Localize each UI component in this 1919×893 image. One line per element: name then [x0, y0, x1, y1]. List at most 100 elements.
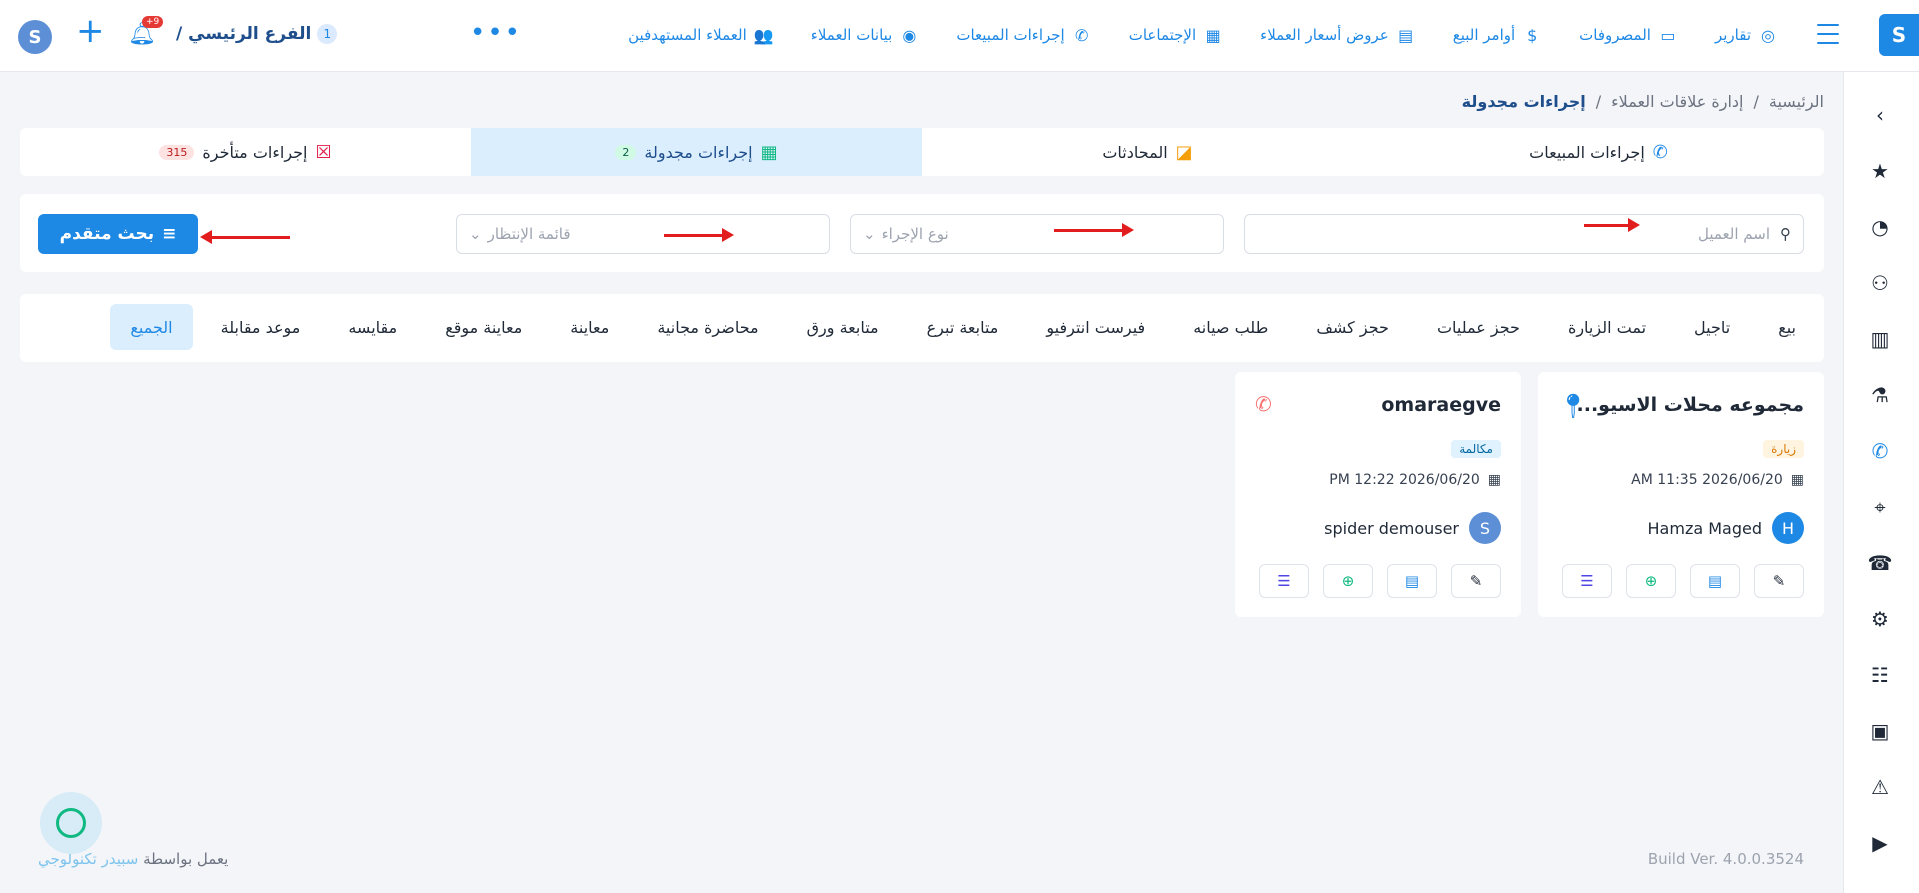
chip[interactable]: محاضرة مجانية: [637, 304, 778, 350]
chip[interactable]: متابعة ورق: [787, 304, 899, 350]
branch-selector[interactable]: 1 الفرع الرئيسي /: [176, 24, 338, 44]
card-title: مجموعه محلات الاسيو...: [1576, 394, 1804, 416]
users-sync-icon[interactable]: ⚇: [1867, 270, 1893, 296]
brand-link[interactable]: سبيدر تكنولوجي: [38, 850, 138, 868]
filter-icon: ≡: [162, 224, 177, 244]
chip[interactable]: معاينة موقع: [425, 304, 542, 350]
chip[interactable]: تمت الزيارة: [1548, 304, 1666, 350]
add-action-button[interactable]: ⊕: [1323, 564, 1373, 598]
chip[interactable]: حجز كشف: [1296, 304, 1409, 350]
advanced-search-button[interactable]: ≡ بحث متقدم: [38, 214, 198, 254]
menu-toggle-icon[interactable]: [1817, 24, 1839, 44]
document-button[interactable]: ▤: [1690, 564, 1740, 598]
phone-icon: ✆: [1652, 141, 1668, 163]
timer-icon: [56, 808, 86, 838]
microscope-icon[interactable]: ⚗: [1867, 382, 1893, 408]
chip[interactable]: معاينة: [550, 304, 629, 350]
nav-item-expenses[interactable]: ▭ المصروفات: [1579, 24, 1679, 46]
tab-overdue-actions[interactable]: ☒ إجراءات متأخرة 315: [20, 128, 471, 176]
quote-icon: ▤: [1398, 25, 1414, 45]
building-icon[interactable]: ▥: [1867, 326, 1893, 352]
nav-item-quotes[interactable]: ▤ عروض أسعار العملاء: [1260, 24, 1417, 46]
video-call-icon[interactable]: ▶: [1867, 830, 1893, 856]
assigned-user: S spider demouser: [1324, 512, 1501, 544]
notification-badge: +9: [142, 16, 164, 28]
sidebar: ‹ ★ ◔ ⚇ ▥ ⚗ ✆ ⌖ ☎ ⚙ ☷ ▣ ⚠ ▶: [1843, 72, 1919, 893]
list-icon: ☰: [1580, 572, 1594, 590]
chip[interactable]: تاجيل: [1674, 304, 1750, 350]
floating-timer-button[interactable]: [40, 792, 102, 854]
top-bar: S 👥 العملاء المستهدفين ◉ بيانات العملاء ✆ إ…: [0, 0, 1919, 72]
branch-name: الفرع الرئيسي /: [176, 24, 312, 44]
breadcrumb-separator: /: [1753, 92, 1759, 111]
chip[interactable]: متابعة تبرع: [907, 304, 1019, 350]
settings-window-icon[interactable]: ⚙: [1867, 606, 1893, 632]
chevron-down-icon: ⌄: [469, 225, 482, 243]
phone-sidebar-icon[interactable]: ✆: [1867, 438, 1893, 464]
build-version: Build Ver. 4.0.0.3524: [1647, 850, 1804, 868]
details-button[interactable]: ☰: [1562, 564, 1612, 598]
telephone-icon[interactable]: ☎: [1867, 550, 1893, 576]
edit-button[interactable]: ✎: [1451, 564, 1501, 598]
annotation-arrow: [1584, 218, 1640, 232]
phone-call-icon: ✆: [1255, 392, 1272, 416]
waitlist-select[interactable]: قائمة الإنتظار ⌄: [456, 214, 830, 254]
pencil-icon: ✎: [1772, 572, 1786, 590]
chip[interactable]: موعد مقابلة: [201, 304, 321, 350]
customer-name-input[interactable]: ⚲ اسم العميل: [1244, 214, 1804, 254]
breadcrumb: الرئيسية / إدارة علاقات العملاء / إجراءا…: [1462, 92, 1824, 111]
tab-count-badge: 315: [159, 144, 195, 160]
scheduled-action-card[interactable]: omaraegve ✆ مكالمة ▦ 2026/06/20 12:22 PM…: [1235, 372, 1521, 617]
dashboard-gauge-icon[interactable]: ◔: [1867, 214, 1893, 240]
app-logo[interactable]: S: [1879, 14, 1919, 56]
edit-button[interactable]: ✎: [1754, 564, 1804, 598]
nav-item-customer-data[interactable]: ◉ بيانات العملاء: [811, 24, 921, 46]
breadcrumb-home[interactable]: الرئيسية: [1769, 92, 1824, 111]
tab-sales-actions[interactable]: ✆ إجراءات المبيعات: [1373, 128, 1824, 176]
breadcrumb-separator: /: [1595, 92, 1602, 111]
reports-icon: ◎: [1761, 25, 1775, 45]
more-menu-icon[interactable]: •••: [470, 18, 522, 48]
avatar: H: [1772, 512, 1804, 544]
chip[interactable]: حجز عمليات: [1417, 304, 1540, 350]
chat-icon: ◪: [1175, 141, 1193, 163]
filter-bar: ⚲ اسم العميل نوع الإجراء ⌄ قائمة الإنتظا…: [20, 194, 1824, 272]
nav-item-meetings[interactable]: ▦ الإجتماعات: [1129, 24, 1224, 46]
warning-icon[interactable]: ⚠: [1867, 774, 1893, 800]
avatar: S: [1469, 512, 1501, 544]
assigned-user: H Hamza Maged: [1648, 512, 1804, 544]
nav-item-sales-orders[interactable]: $ أوامر البيع: [1453, 24, 1543, 46]
tab-scheduled-actions[interactable]: ▦ إجراءات مجدولة 2: [471, 128, 922, 176]
cash-icon[interactable]: ▣: [1867, 718, 1893, 744]
scheduled-action-card[interactable]: مجموعه محلات الاسيو... 📍︎ زيارة ▦ 2026/0…: [1538, 372, 1824, 617]
document-button[interactable]: ▤: [1387, 564, 1437, 598]
calendar-x-icon: ☒: [315, 141, 332, 163]
chip[interactable]: بيع: [1758, 304, 1816, 350]
tab-count-badge: 2: [615, 144, 637, 160]
chip[interactable]: طلب صيانه: [1173, 304, 1288, 350]
action-type-tag: زيارة: [1763, 440, 1804, 458]
chip[interactable]: مقايسه: [328, 304, 417, 350]
collapse-chevron-icon[interactable]: ‹: [1867, 102, 1893, 128]
branch-count: 1: [317, 24, 338, 44]
details-button[interactable]: ☰: [1259, 564, 1309, 598]
action-type-select[interactable]: نوع الإجراء ⌄: [850, 214, 1224, 254]
tab-conversations[interactable]: ◪ المحادثات: [922, 128, 1373, 176]
action-type-chips: الجميع موعد مقابلة مقايسه معاينة موقع مع…: [20, 294, 1824, 362]
company-logo[interactable]: S: [18, 20, 52, 54]
nav-item-sales-actions[interactable]: ✆ إجراءات المبيعات: [956, 24, 1092, 46]
chip-all[interactable]: الجميع: [110, 304, 193, 350]
star-icon[interactable]: ★: [1867, 158, 1893, 184]
card-title: omaraegve: [1381, 394, 1501, 416]
add-button[interactable]: +: [76, 14, 105, 48]
crosshair-icon[interactable]: ⌖: [1867, 494, 1893, 520]
chip[interactable]: فيرست انترفيو: [1026, 304, 1165, 350]
breadcrumb-section[interactable]: إدارة علاقات العملاء: [1611, 92, 1743, 111]
calendar-icon: ▦: [1790, 472, 1804, 488]
add-action-button[interactable]: ⊕: [1626, 564, 1676, 598]
document-icon: ▤: [1404, 572, 1420, 590]
group-icon[interactable]: ☷: [1867, 662, 1893, 688]
nav-item-reports[interactable]: ◎ تقارير: [1715, 24, 1779, 46]
pencil-icon: ✎: [1469, 572, 1483, 590]
nav-item-target-customers[interactable]: 👥 العملاء المستهدفين: [628, 24, 775, 46]
